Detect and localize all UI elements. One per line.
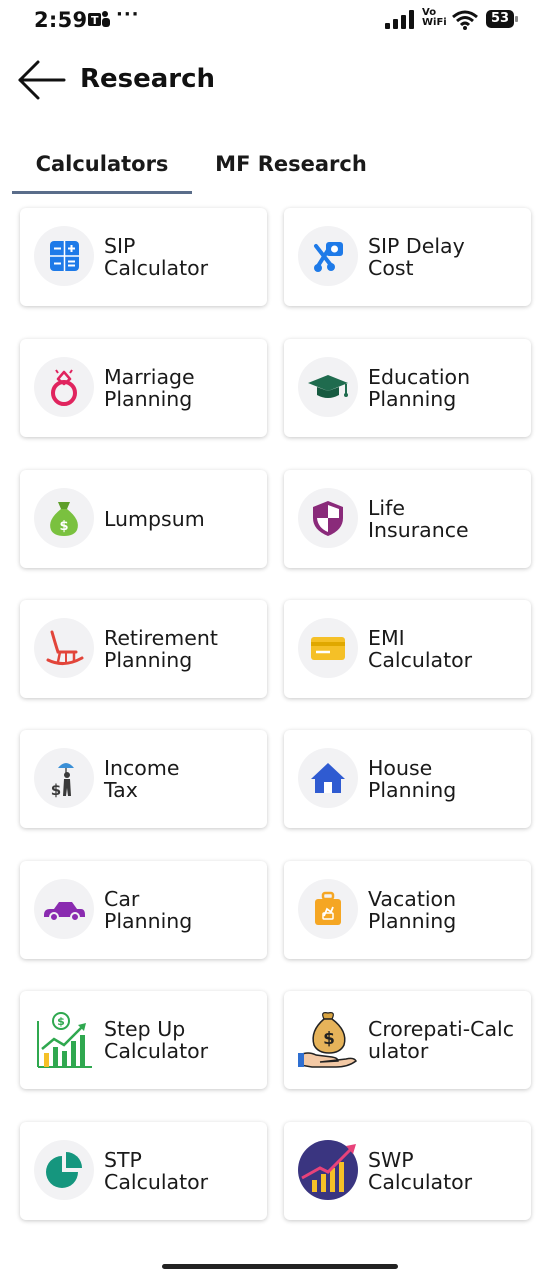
bar-growth-icon: [298, 1140, 358, 1200]
card-label: Car Planning: [104, 887, 193, 933]
card-label: Education Planning: [368, 365, 471, 411]
card-label: SIP Delay Cost: [368, 234, 465, 280]
card-lumpsum[interactable]: $ Lumpsum: [20, 470, 267, 568]
ring-icon: [34, 357, 94, 417]
card-retirement-planning[interactable]: Retirement Planning: [20, 600, 267, 698]
calculator-icon: [34, 226, 94, 286]
card-label: SWP Calculator: [368, 1148, 473, 1194]
svg-text:T: T: [91, 14, 99, 27]
wifi-icon: [451, 10, 479, 34]
card-crorepati-calculator[interactable]: $ Crorepati-Calc ulator: [284, 991, 531, 1089]
card-step-up-calculator[interactable]: $ Step Up Calculator: [20, 991, 267, 1089]
card-label: EMI Calculator: [368, 626, 473, 672]
tab-bar: Calculators MF Research: [0, 140, 559, 194]
status-time: 2:59: [34, 8, 88, 32]
card-stp-calculator[interactable]: STP Calculator: [20, 1122, 267, 1220]
rocking-chair-icon: [34, 618, 94, 678]
card-label: Crorepati-Calc ulator: [368, 1017, 514, 1063]
card-label: Step Up Calculator: [104, 1017, 209, 1063]
card-label: SIP Calculator: [104, 234, 209, 280]
delay-icon: [298, 226, 358, 286]
more-notifications-icon: ···: [116, 4, 140, 25]
card-vacation-planning[interactable]: Vacation Planning: [284, 861, 531, 959]
card-sip-delay-cost[interactable]: SIP Delay Cost: [284, 208, 531, 306]
card-label: Life Insurance: [368, 496, 469, 542]
tab-calculators[interactable]: Calculators: [12, 140, 192, 194]
arrow-left-icon: [18, 60, 66, 100]
card-education-planning[interactable]: Education Planning: [284, 339, 531, 437]
card-house-planning[interactable]: House Planning: [284, 730, 531, 828]
home-indicator[interactable]: [162, 1264, 398, 1269]
card-emi-calculator[interactable]: EMI Calculator: [284, 600, 531, 698]
graduation-cap-icon: [298, 357, 358, 417]
page-title: Research: [80, 64, 216, 94]
shield-icon: [298, 488, 358, 548]
back-button[interactable]: [16, 58, 68, 104]
card-income-tax[interactable]: $ Income Tax: [20, 730, 267, 828]
teams-icon: T: [88, 10, 110, 34]
svg-text:$: $: [59, 519, 68, 534]
card-label: Vacation Planning: [368, 887, 457, 933]
card-label: Income Tax: [104, 756, 180, 802]
growth-chart-icon: $: [34, 1009, 94, 1069]
svg-text:$: $: [51, 781, 61, 799]
card-label: Retirement Planning: [104, 626, 218, 672]
card-sip-calculator[interactable]: SIP Calculator: [20, 208, 267, 306]
hand-money-bag-icon: $: [298, 1009, 358, 1069]
card-marriage-planning[interactable]: Marriage Planning: [20, 339, 267, 437]
svg-text:$: $: [57, 1015, 65, 1028]
card-swp-calculator[interactable]: SWP Calculator: [284, 1122, 531, 1220]
battery-icon: 53: [486, 10, 518, 28]
income-tax-icon: $: [34, 748, 94, 808]
vowifi-bottom: WiFi: [422, 17, 447, 28]
svg-text:$: $: [323, 1029, 335, 1049]
suitcase-icon: [298, 879, 358, 939]
card-label: Marriage Planning: [104, 365, 195, 411]
tab-mf-research[interactable]: MF Research: [206, 140, 376, 191]
card-life-insurance[interactable]: Life Insurance: [284, 470, 531, 568]
card-label: STP Calculator: [104, 1148, 209, 1194]
app-header: Research: [0, 52, 559, 112]
card-label: Lumpsum: [104, 507, 205, 531]
pie-chart-icon: [34, 1140, 94, 1200]
vowifi-label: Vo WiFi: [422, 8, 447, 28]
card-label: House Planning: [368, 756, 457, 802]
money-bag-icon: $: [34, 488, 94, 548]
card-car-planning[interactable]: Car Planning: [20, 861, 267, 959]
card-icon: [298, 618, 358, 678]
house-icon: [298, 748, 358, 808]
signal-icon: [385, 10, 415, 34]
status-bar: 2:59 T ··· Vo WiFi 53: [0, 0, 559, 44]
car-icon: [34, 879, 94, 939]
